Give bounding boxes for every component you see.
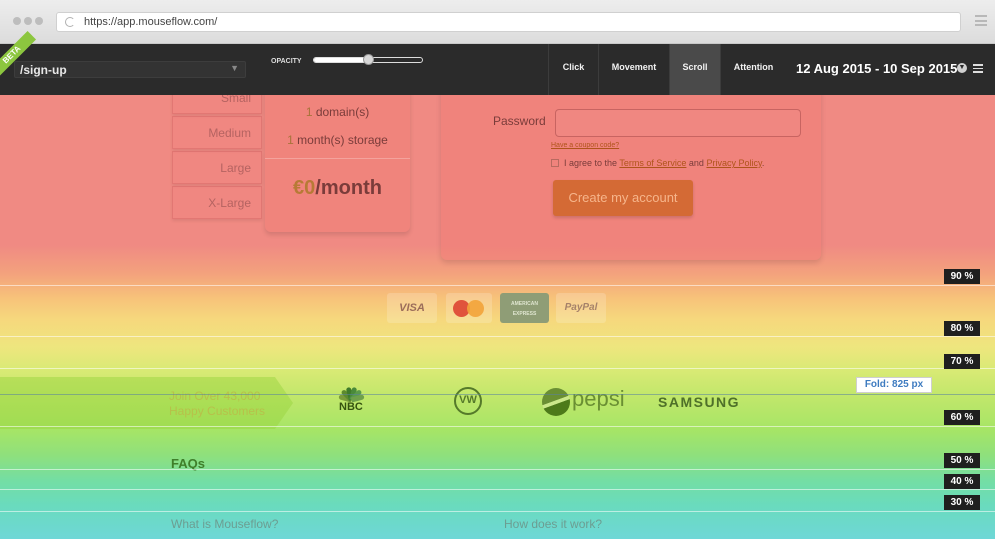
heatmap-page: Small Medium Large X-Large 1 domain(s) 1… (0, 95, 995, 539)
scroll-depth-line (0, 285, 995, 286)
opacity-slider[interactable] (313, 54, 423, 65)
url-text: https://app.mouseflow.com/ (84, 16, 218, 28)
window-zoom-dot[interactable] (35, 17, 43, 25)
plan-storage: 1 month(s) storage (287, 133, 388, 147)
faq-question[interactable]: What is Mouseflow? (171, 517, 278, 531)
scroll-depth-badge: 30 % (944, 495, 980, 510)
chevron-down-icon[interactable]: ▼ (957, 63, 967, 73)
nbc-peacock-icon (338, 386, 365, 403)
password-input[interactable] (555, 109, 801, 137)
password-label: Password (493, 114, 546, 128)
tab-scroll[interactable]: Scroll (669, 44, 720, 100)
fold-line (0, 394, 995, 395)
reload-icon[interactable] (65, 17, 75, 27)
terms-agreement: I agree to the Terms of Service and Priv… (551, 158, 764, 168)
hamburger-menu-icon[interactable] (973, 64, 983, 75)
pepsi-globe-icon (542, 388, 570, 416)
tab-attention[interactable]: Attention (720, 44, 786, 95)
coupon-link[interactable]: Have a coupon code? (551, 142, 619, 149)
visa-logo: VISA (387, 293, 437, 323)
opacity-slider-fill (314, 58, 368, 62)
paypal-logo: PayPal (556, 293, 606, 323)
address-bar[interactable]: https://app.mouseflow.com/ (56, 12, 961, 32)
agree-checkbox[interactable] (551, 159, 559, 167)
fold-badge: Fold: 825 px (856, 377, 932, 393)
scroll-depth-badge: 50 % (944, 453, 980, 468)
tab-movement[interactable]: Movement (598, 44, 669, 95)
opacity-slider-thumb[interactable] (363, 54, 374, 65)
tab-click[interactable]: Click (548, 44, 598, 95)
scroll-depth-badge: 60 % (944, 410, 980, 425)
mastercard-logo (446, 293, 492, 323)
plan-size-medium[interactable]: Medium (172, 116, 262, 149)
create-account-button[interactable]: Create my account (553, 180, 693, 216)
caret-down-icon: ▼ (230, 63, 239, 73)
plan-domains: 1 domain(s) (305, 105, 370, 119)
browser-menu-icon[interactable] (975, 15, 987, 27)
customers-banner-arrow (275, 377, 293, 429)
scroll-depth-badge: 90 % (944, 269, 980, 284)
signup-form: Password Have a coupon code? I agree to … (441, 95, 821, 260)
plan-size-xlarge[interactable]: X-Large (172, 186, 262, 219)
nbc-logo: NBC (337, 386, 367, 418)
page-select-value: /sign-up (20, 63, 67, 77)
scroll-depth-line (0, 426, 995, 427)
scroll-depth-line (0, 511, 995, 512)
window-minimize-dot[interactable] (24, 17, 32, 25)
vw-logo: VW (454, 387, 482, 415)
scroll-depth-line (0, 469, 995, 470)
plan-price: €0/month (293, 177, 382, 199)
scroll-depth-line (0, 336, 995, 337)
browser-chrome: https://app.mouseflow.com/ (0, 0, 995, 44)
scroll-depth-line (0, 368, 995, 369)
privacy-link[interactable]: Privacy Policy (706, 158, 761, 168)
window-close-dot[interactable] (13, 17, 21, 25)
opacity-label: OPACITY (271, 58, 302, 65)
page-select[interactable]: /sign-up ▼ (14, 61, 246, 78)
scroll-depth-badge: 80 % (944, 321, 980, 336)
plan-size-small[interactable]: Small (172, 95, 262, 114)
plan-size-large[interactable]: Large (172, 151, 262, 184)
date-range-picker[interactable]: 12 Aug 2015 - 10 Sep 2015 (796, 61, 957, 76)
scroll-depth-badge: 40 % (944, 474, 980, 489)
plan-divider (265, 158, 410, 159)
amex-logo: AMERICAN EXPRESS (500, 293, 549, 323)
plan-size-list: Small Medium Large X-Large (172, 95, 262, 219)
terms-link[interactable]: Terms of Service (619, 158, 686, 168)
heatmap-toolbar: BETA /sign-up ▼ OPACITY Click Movement S… (0, 30, 995, 100)
samsung-logo: SAMSUNG (658, 394, 741, 410)
plan-summary-card: 1 domain(s) 1 month(s) storage €0/month (265, 95, 410, 232)
scroll-depth-line (0, 489, 995, 490)
scroll-depth-badge: 70 % (944, 354, 980, 369)
faq-question[interactable]: How does it work? (504, 517, 602, 531)
